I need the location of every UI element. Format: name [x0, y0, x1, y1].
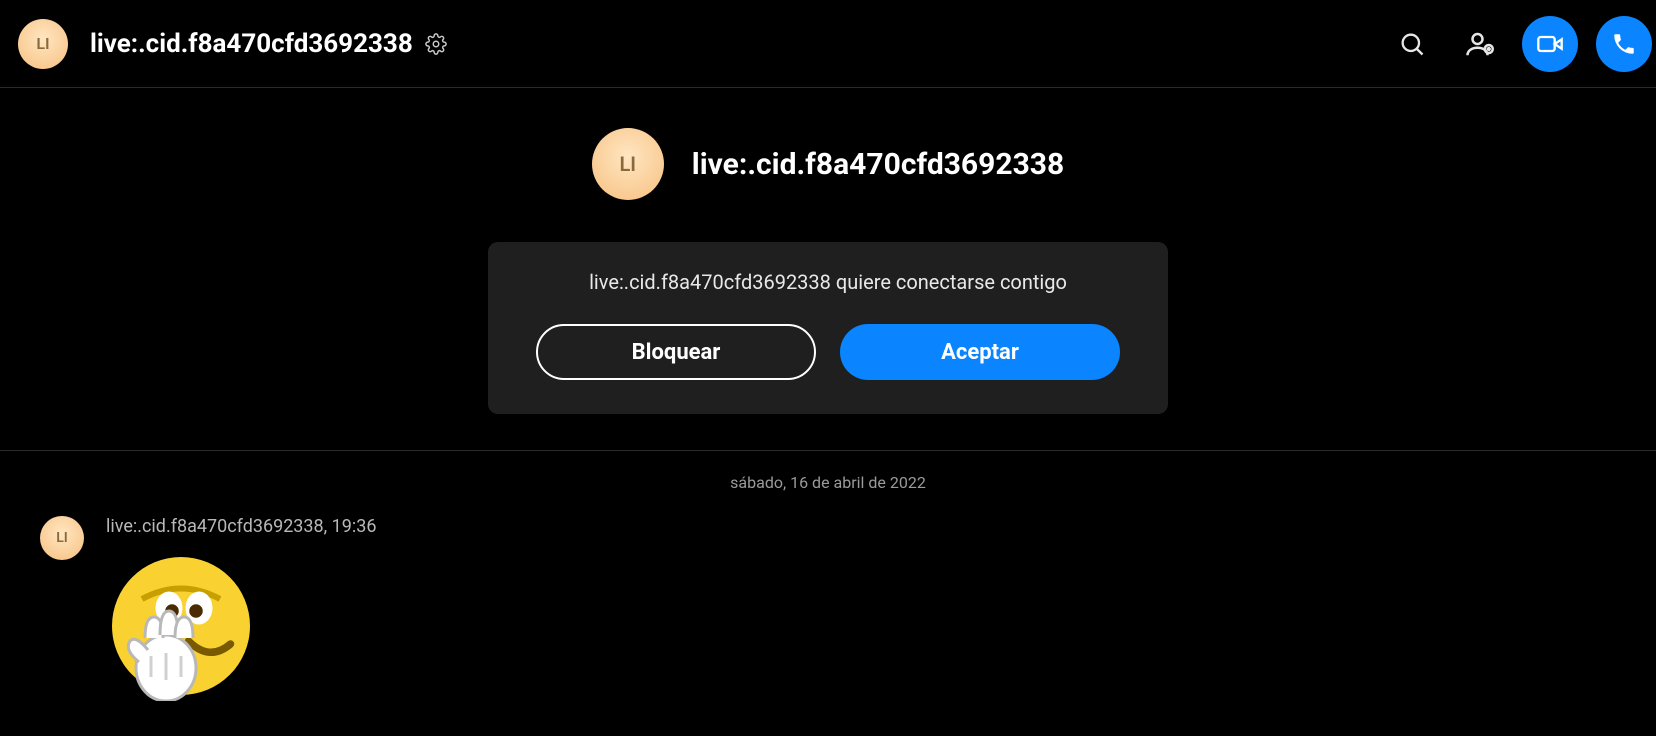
message-body: live:.cid.f8a470cfd3692338, 19:36	[106, 516, 376, 701]
hi-emoji-icon	[106, 551, 256, 701]
message-meta: live:.cid.f8a470cfd3692338, 19:36	[106, 516, 376, 537]
date-divider: sábado, 16 de abril de 2022	[0, 473, 1656, 492]
message-row: LI live:.cid.f8a470cfd3692338, 19:36	[0, 510, 1656, 701]
audio-call-button[interactable]	[1596, 16, 1652, 72]
message-avatar[interactable]: LI	[40, 516, 84, 560]
gear-icon[interactable]	[425, 33, 447, 55]
contact-request-username: live:.cid.f8a470cfd3692338	[692, 147, 1064, 182]
video-call-button[interactable]	[1522, 16, 1578, 72]
contact-request-avatar-initials: LI	[620, 152, 637, 176]
header-title: live:.cid.f8a470cfd3692338	[90, 29, 413, 59]
header-avatar[interactable]: LI	[18, 19, 68, 69]
contact-request-message: live:.cid.f8a470cfd3692338 quiere conect…	[589, 270, 1067, 294]
contact-request-userline: LI live:.cid.f8a470cfd3692338	[592, 128, 1064, 200]
message-avatar-initials: LI	[56, 530, 68, 546]
contact-request-buttons: Bloquear Aceptar	[536, 324, 1120, 380]
add-contact-icon[interactable]	[1456, 20, 1504, 68]
block-button[interactable]: Bloquear	[536, 324, 816, 380]
contact-request-card: live:.cid.f8a470cfd3692338 quiere conect…	[488, 242, 1168, 414]
search-icon[interactable]	[1388, 20, 1436, 68]
block-button-label: Bloquear	[632, 340, 721, 365]
accept-button[interactable]: Aceptar	[840, 324, 1120, 380]
chat-header: LI live:.cid.f8a470cfd3692338	[0, 0, 1656, 88]
contact-request-avatar[interactable]: LI	[592, 128, 664, 200]
contact-request-section: LI live:.cid.f8a470cfd3692338 live:.cid.…	[0, 88, 1656, 451]
accept-button-label: Aceptar	[941, 340, 1019, 365]
date-divider-label: sábado, 16 de abril de 2022	[712, 473, 944, 492]
header-avatar-initials: LI	[36, 34, 49, 53]
